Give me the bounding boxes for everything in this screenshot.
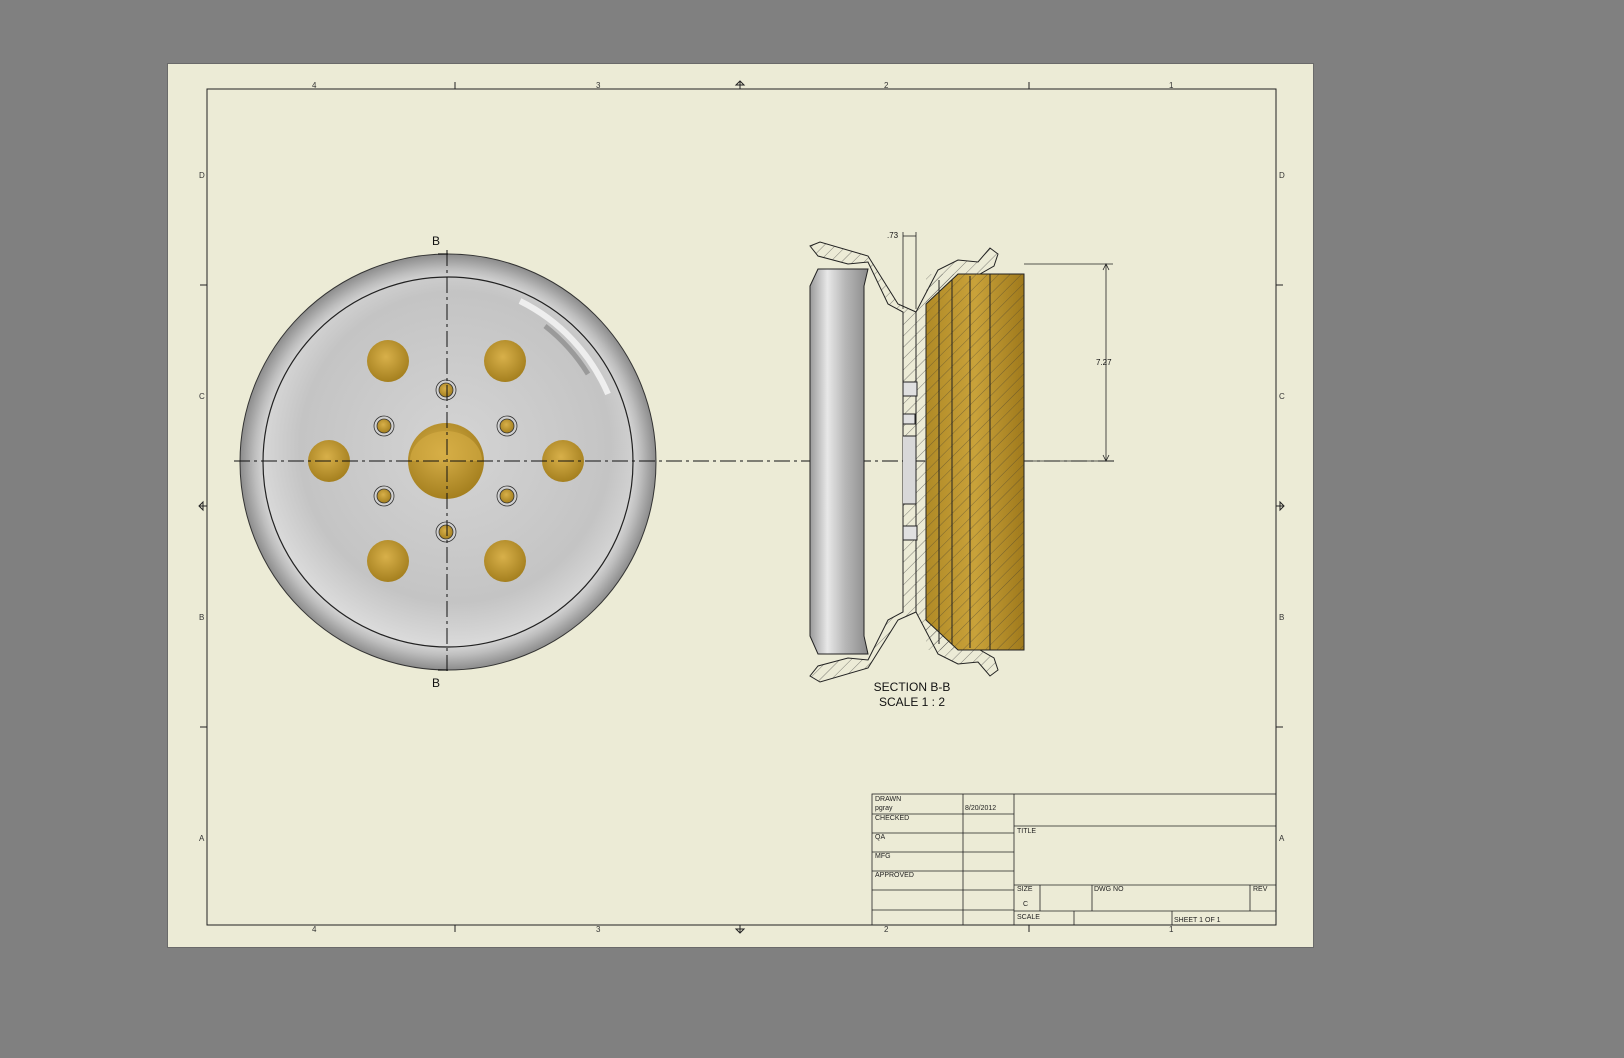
title-label: TITLE [1017, 828, 1036, 835]
checked-label: CHECKED [875, 815, 909, 822]
zone-label-top: 4 [312, 81, 317, 90]
zone-label-bottom: 4 [312, 925, 317, 934]
zone-label-bottom: 2 [884, 925, 889, 934]
zone-label-right: D [1279, 171, 1285, 180]
mfg-label: MFG [875, 853, 891, 860]
drawn-label: DRAWN [875, 796, 901, 803]
section-cut-label-bottom: B [432, 676, 440, 690]
zone-label-right: C [1279, 392, 1285, 401]
size-label: SIZE [1017, 886, 1033, 893]
drawing-canvas: 4 3 2 1 4 3 2 1 D C B A D C B A B B .73 … [198, 80, 1285, 934]
zone-label-left: B [199, 613, 204, 622]
size-value: C [1023, 901, 1028, 908]
qa-label: QA [875, 834, 885, 841]
dwg-no-label: DWG NO [1094, 886, 1124, 893]
zone-label-top: 1 [1169, 81, 1174, 90]
dimension-radius: 7.27 [1096, 358, 1112, 367]
zone-label-bottom: 3 [596, 925, 601, 934]
drawn-by: pgray [875, 805, 893, 812]
zone-label-right: A [1279, 834, 1285, 843]
zone-label-left: C [199, 392, 205, 401]
rev-label: REV [1253, 886, 1268, 893]
drawing-sheet[interactable]: 4 3 2 1 4 3 2 1 D C B A D C B A B B .73 … [167, 63, 1314, 948]
wheel-front-view[interactable] [239, 253, 657, 671]
section-scale: SCALE 1 : 2 [879, 695, 945, 709]
zone-label-left: D [199, 171, 205, 180]
section-title: SECTION B-B [874, 680, 951, 694]
title-block[interactable]: DRAWN pgray 8/20/2012 CHECKED QA MFG APP… [871, 793, 1277, 926]
section-cut-label-top: B [432, 234, 440, 248]
approved-label: APPROVED [875, 872, 914, 879]
zone-label-bottom: 1 [1169, 925, 1174, 934]
zone-label-right: B [1279, 613, 1284, 622]
scale-label: SCALE [1017, 914, 1040, 921]
sheet-label: SHEET 1 OF 1 [1174, 917, 1221, 924]
wheel-section-view[interactable] [809, 241, 1025, 683]
drawn-date: 8/20/2012 [965, 805, 996, 812]
zone-label-left: A [199, 834, 205, 843]
dimension-flange: .73 [887, 231, 899, 240]
zone-label-top: 2 [884, 81, 889, 90]
zone-label-top: 3 [596, 81, 601, 90]
